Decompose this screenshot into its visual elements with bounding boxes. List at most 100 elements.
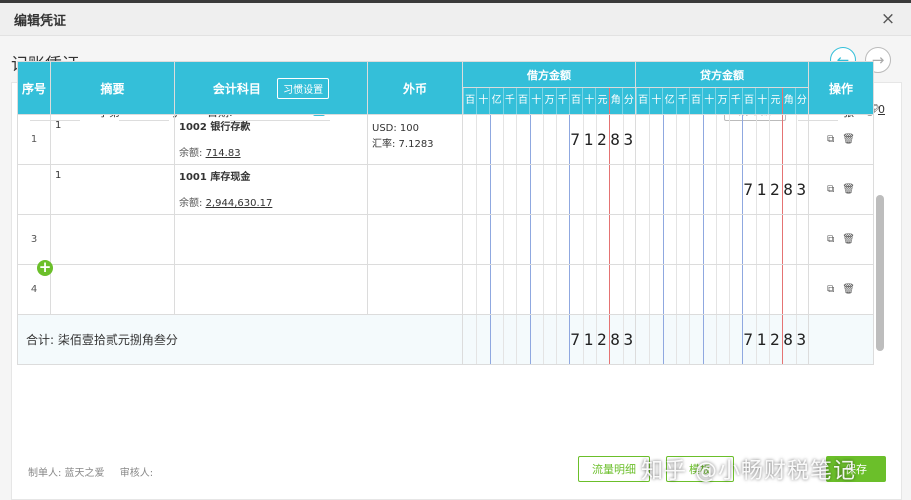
total-ops-cell	[808, 314, 874, 365]
credit-digit-units: 百十亿千百十万千百十元角分	[635, 87, 809, 115]
amount-digit: 2	[769, 180, 780, 199]
delete-row-icon[interactable]: 🗑︎	[842, 234, 855, 245]
summary-cell[interactable]: 1	[50, 114, 175, 165]
row-seq	[17, 164, 51, 215]
voucher-row: 1 1 1002 银行存款 余额: 714.83 USD: 100 汇率: 7.…	[17, 114, 874, 165]
account-name: 1002 银行存款	[179, 122, 251, 133]
fx-rate: 汇率: 7.1283	[372, 139, 434, 150]
summary-cell[interactable]: 1	[50, 164, 175, 215]
edit-voucher-dialog: 编辑凭证 × 记账凭证 ← → 记 ∨ 字第 002 号 日期: 2023-08…	[0, 3, 911, 500]
copy-row-icon[interactable]: ⧉	[827, 234, 834, 245]
total-credit-amount: 71283	[635, 315, 808, 364]
delete-row-icon[interactable]: 🗑︎	[842, 134, 855, 145]
row-seq: 3	[17, 214, 51, 265]
credit-amount: 71283	[635, 165, 808, 214]
digit-unit-label: 亿	[489, 88, 502, 114]
voucher-footer: 制单人: 蓝天之爱 审核人:	[28, 464, 165, 479]
fx-cell[interactable]: USD: 100 汇率: 7.1283	[367, 114, 463, 165]
balance-label: 余额:	[179, 148, 203, 159]
total-label: 合计: 柒佰壹拾贰元捌角叁分	[17, 314, 463, 365]
digit-unit-label: 万	[542, 88, 555, 114]
amount-digit: 8	[783, 330, 793, 349]
account-cell[interactable]: 1002 银行存款 余额: 714.83	[174, 114, 368, 165]
amount-digit: 3	[623, 330, 634, 349]
digit-unit-label: 角	[608, 88, 622, 114]
amount-digit: 7	[743, 330, 753, 349]
credit-cell[interactable]	[635, 114, 809, 165]
amount-digit: 8	[783, 180, 793, 199]
header-account: 会计科目 习惯设置	[174, 61, 368, 115]
amount-digit: 7	[570, 130, 580, 149]
habit-settings-button[interactable]: 习惯设置	[277, 77, 330, 99]
add-row-icon[interactable]: +	[37, 260, 53, 276]
debit-cell[interactable]	[462, 164, 636, 215]
digit-unit-label: 千	[728, 88, 742, 114]
amount-digit: 8	[610, 330, 620, 349]
debit-digit-units: 百十亿千百十万千百十元角分	[462, 87, 636, 115]
digit-unit-label: 百	[515, 88, 529, 114]
digit-unit-label: 百	[636, 88, 649, 114]
total-credit-cell: 71283	[635, 314, 809, 365]
dialog-title: 编辑凭证	[14, 13, 67, 29]
digit-unit-label: 千	[502, 88, 516, 114]
balance-value[interactable]: 714.83	[206, 148, 241, 159]
account-cell[interactable]	[174, 214, 368, 265]
amount-digit: 3	[796, 180, 807, 199]
digit-unit-label: 元	[768, 88, 781, 114]
digit-unit-label: 十	[582, 88, 595, 114]
header-fx: 外币	[367, 61, 463, 115]
copy-row-icon[interactable]: ⧉	[827, 134, 834, 145]
fx-cell[interactable]	[367, 264, 463, 315]
fx-cell[interactable]	[367, 164, 463, 215]
amount-digit: 8	[610, 130, 620, 149]
total-debit-amount: 71283	[462, 315, 635, 364]
fx-cell[interactable]	[367, 214, 463, 265]
flow-detail-button[interactable]: 流量明细	[578, 456, 650, 482]
link-count[interactable]: 0	[878, 103, 885, 116]
digit-unit-label: 十	[755, 88, 768, 114]
account-cell[interactable]: 1001 库存现金 余额: 2,944,630.17	[174, 164, 368, 215]
row-ops: ⧉ 🗑︎	[808, 264, 874, 315]
digit-unit-label: 百	[568, 88, 582, 114]
header-debit: 借方金额	[462, 61, 636, 88]
debit-cell[interactable]	[462, 264, 636, 315]
summary-cell[interactable]	[50, 214, 175, 265]
account-balance: 余额: 714.83	[179, 144, 241, 159]
digit-unit-label: 十	[529, 88, 542, 114]
delete-row-icon[interactable]: 🗑︎	[842, 284, 855, 295]
credit-amount	[635, 265, 808, 314]
account-cell[interactable]	[174, 264, 368, 315]
table-scrollbar[interactable]	[876, 195, 884, 351]
credit-cell[interactable]	[635, 264, 809, 315]
balance-value[interactable]: 2,944,630.17	[206, 198, 273, 209]
amount-digit: 7	[743, 180, 753, 199]
digit-unit-label: 十	[476, 88, 489, 114]
debit-cell[interactable]	[462, 214, 636, 265]
delete-row-icon[interactable]: 🗑︎	[842, 184, 855, 195]
digit-unit-label: 分	[621, 88, 635, 114]
credit-cell[interactable]	[635, 214, 809, 265]
digit-unit-label: 千	[555, 88, 569, 114]
copy-row-icon[interactable]: ⧉	[827, 284, 834, 295]
account-name: 1001 库存现金	[179, 172, 251, 183]
digit-unit-label: 百	[741, 88, 755, 114]
reviewer-text: 审核人:	[119, 468, 154, 479]
copy-row-icon[interactable]: ⧉	[827, 184, 834, 195]
debit-amount	[462, 215, 635, 264]
row-ops: ⧉ 🗑︎	[808, 114, 874, 165]
debit-amount	[462, 165, 635, 214]
digit-unit-label: 元	[595, 88, 608, 114]
dialog-header: 编辑凭证 ×	[0, 3, 911, 36]
amount-digit: 1	[583, 330, 594, 349]
account-balance: 余额: 2,944,630.17	[179, 194, 272, 209]
credit-cell[interactable]: 71283	[635, 164, 809, 215]
amount-digit: 3	[796, 330, 807, 349]
voucher-table: 序号 摘要 会计科目 习惯设置 外币 借方金额 贷方金额 操作 百十亿千百十万千…	[17, 61, 874, 365]
balance-label: 余额:	[179, 198, 203, 209]
debit-amount	[462, 265, 635, 314]
digit-unit-label: 万	[715, 88, 728, 114]
debit-cell[interactable]: 71283	[462, 114, 636, 165]
close-icon[interactable]: ×	[879, 9, 897, 29]
row-ops: ⧉ 🗑︎	[808, 164, 874, 215]
summary-cell[interactable]	[50, 264, 175, 315]
